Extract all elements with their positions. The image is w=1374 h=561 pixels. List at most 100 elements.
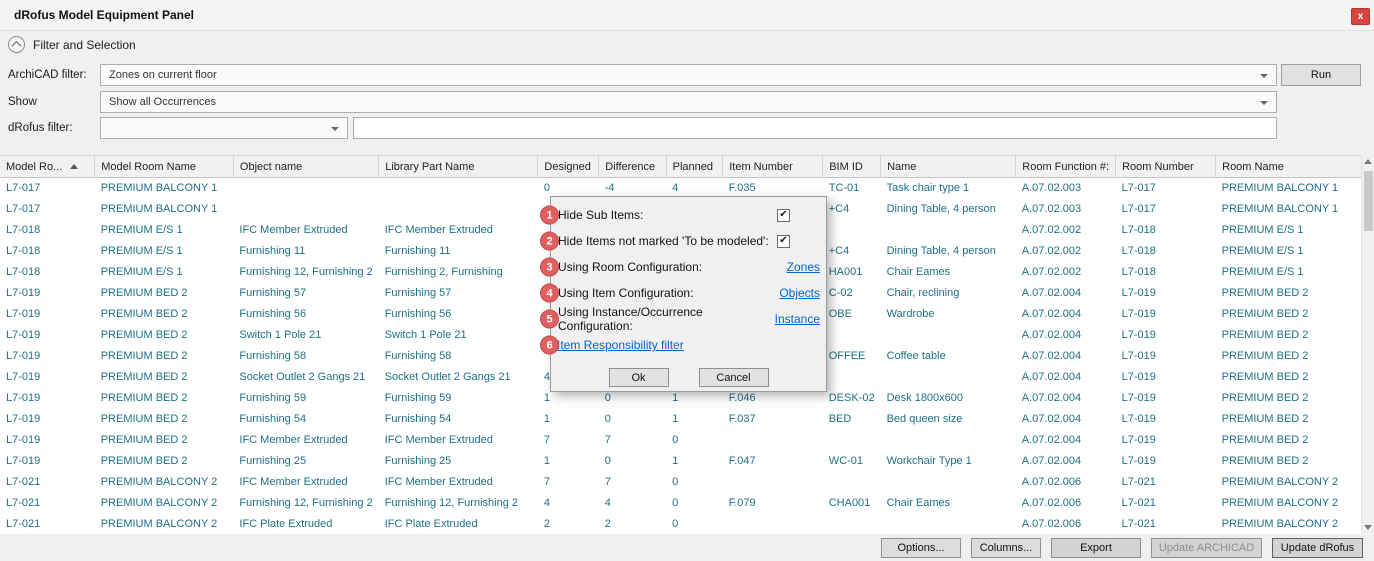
scroll-up-icon[interactable] bbox=[1364, 159, 1372, 164]
cell-room-number: L7-018 bbox=[1116, 262, 1216, 283]
filter-section-header[interactable]: Filter and Selection bbox=[8, 36, 136, 53]
cell-bim-id bbox=[823, 367, 881, 388]
objects-link[interactable]: Objects bbox=[779, 286, 820, 300]
cell-model-room: L7-019 bbox=[0, 388, 95, 409]
cell-room-number: L7-019 bbox=[1116, 430, 1216, 451]
cell-name: Desk 1800x600 bbox=[881, 388, 1016, 409]
cell-name bbox=[881, 325, 1016, 346]
cell-name: Chair Eames bbox=[881, 262, 1016, 283]
table-row[interactable]: L7-019PREMIUM BED 2Furnishing 54Furnishi… bbox=[0, 409, 1362, 430]
cell-room-name: PREMIUM BED 2 bbox=[1216, 346, 1362, 367]
cell-model-room-name: PREMIUM BED 2 bbox=[95, 388, 234, 409]
column-header-designed[interactable]: Designed bbox=[538, 156, 599, 178]
table-row[interactable]: L7-019PREMIUM BED 2IFC Member ExtrudedIF… bbox=[0, 430, 1362, 451]
filter-section-title: Filter and Selection bbox=[33, 38, 136, 52]
cell-planned: 0 bbox=[666, 430, 723, 451]
cell-bim-id bbox=[823, 430, 881, 451]
column-header-model-room[interactable]: Model Ro... bbox=[0, 156, 95, 178]
item-responsibility-filter-link[interactable]: Item Responsibility filter bbox=[557, 338, 684, 352]
cell-room-name: PREMIUM BALCONY 1 bbox=[1216, 199, 1362, 220]
column-header-item-number[interactable]: Item Number bbox=[723, 156, 823, 178]
cell-room-name: PREMIUM E/S 1 bbox=[1216, 262, 1362, 283]
cell-model-room-name: PREMIUM BALCONY 2 bbox=[95, 472, 234, 493]
columns-button[interactable]: Columns... bbox=[971, 538, 1041, 558]
table-header-row: Model Ro...Model Room NameObject nameLib… bbox=[0, 156, 1362, 178]
update-drofus-button[interactable]: Update dRofus bbox=[1272, 538, 1363, 558]
cell-model-room: L7-017 bbox=[0, 199, 95, 220]
cell-library-part-name: Furnishing 25 bbox=[379, 451, 538, 472]
cell-library-part-name bbox=[379, 178, 538, 199]
cell-library-part-name: Furnishing 12, Furnishing 2 bbox=[379, 493, 538, 514]
cell-designed: 1 bbox=[538, 409, 599, 430]
show-select[interactable]: Show all Occurrences bbox=[100, 91, 1277, 113]
cell-room-function: A.07.02.004 bbox=[1016, 451, 1116, 472]
cell-model-room: L7-021 bbox=[0, 493, 95, 514]
column-header-name[interactable]: Name bbox=[881, 156, 1016, 178]
cell-name: Dining Table, 4 person bbox=[881, 199, 1016, 220]
cell-room-function: A.07.02.004 bbox=[1016, 430, 1116, 451]
cell-object-name: IFC Member Extruded bbox=[233, 472, 378, 493]
zones-link[interactable]: Zones bbox=[787, 260, 820, 274]
column-header-object-name[interactable]: Object name bbox=[233, 156, 378, 178]
options-button[interactable]: Options... bbox=[881, 538, 961, 558]
cell-model-room: L7-018 bbox=[0, 220, 95, 241]
cell-name: Wardrobe bbox=[881, 304, 1016, 325]
hide-sub-items-checkbox[interactable] bbox=[777, 209, 790, 222]
column-header-room-function[interactable]: Room Function #: bbox=[1016, 156, 1116, 178]
instance-configuration-label: Using Instance/Occurrence Configuration: bbox=[557, 305, 775, 333]
cancel-button[interactable]: Cancel bbox=[699, 368, 769, 387]
run-button[interactable]: Run bbox=[1281, 64, 1361, 86]
cell-planned: 1 bbox=[666, 451, 723, 472]
cell-object-name: Furnishing 59 bbox=[233, 388, 378, 409]
cell-name bbox=[881, 220, 1016, 241]
show-value: Show all Occurrences bbox=[109, 96, 216, 108]
column-header-bim-id[interactable]: BIM ID bbox=[823, 156, 881, 178]
column-header-model-room-name[interactable]: Model Room Name bbox=[95, 156, 234, 178]
cell-bim-id: +C4 bbox=[823, 199, 881, 220]
cell-room-number: L7-021 bbox=[1116, 472, 1216, 493]
column-header-library-part-name[interactable]: Library Part Name bbox=[379, 156, 538, 178]
cell-model-room: L7-019 bbox=[0, 346, 95, 367]
column-header-planned[interactable]: Planned bbox=[666, 156, 723, 178]
cell-room-name: PREMIUM BALCONY 2 bbox=[1216, 493, 1362, 514]
column-header-difference[interactable]: Difference bbox=[599, 156, 666, 178]
cell-bim-id: BED bbox=[823, 409, 881, 430]
column-header-room-number[interactable]: Room Number bbox=[1116, 156, 1216, 178]
export-button[interactable]: Export bbox=[1051, 538, 1141, 558]
cell-difference: 4 bbox=[599, 493, 666, 514]
table-row[interactable]: L7-019PREMIUM BED 2Furnishing 25Furnishi… bbox=[0, 451, 1362, 472]
archicad-filter-select[interactable]: Zones on current floor bbox=[100, 64, 1277, 86]
cell-room-number: L7-018 bbox=[1116, 220, 1216, 241]
cell-model-room: L7-019 bbox=[0, 325, 95, 346]
table-row[interactable]: L7-021 PREMIUM BALCONY 2IFC Member Extrud… bbox=[0, 472, 1362, 493]
table-row[interactable]: L7-021PREMIUM BALCONY 2IFC Plate Extrude… bbox=[0, 514, 1362, 535]
cell-library-part-name: IFC Member Extruded bbox=[379, 430, 538, 451]
cell-library-part-name: Furnishing 57 bbox=[379, 283, 538, 304]
cell-room-number: L7-021 bbox=[1116, 514, 1216, 535]
collapse-section-button[interactable] bbox=[8, 36, 25, 53]
cell-bim-id: C-02 bbox=[823, 283, 881, 304]
cell-model-room-name: PREMIUM BALCONY 2 bbox=[95, 493, 234, 514]
cell-library-part-name: IFC Plate Extruded bbox=[379, 514, 538, 535]
vertical-scrollbar[interactable] bbox=[1361, 155, 1374, 534]
cell-bim-id bbox=[823, 514, 881, 535]
drofus-filter-input[interactable] bbox=[353, 117, 1277, 139]
scrollbar-thumb[interactable] bbox=[1364, 171, 1373, 231]
window-title: dRofus Model Equipment Panel bbox=[14, 8, 194, 22]
ok-button[interactable]: Ok bbox=[609, 368, 669, 387]
column-header-room-name[interactable]: Room Name bbox=[1216, 156, 1362, 178]
close-button[interactable]: x bbox=[1351, 8, 1370, 25]
cell-model-room: L7-018 bbox=[0, 262, 95, 283]
callout-badge-2: 2 bbox=[540, 232, 559, 251]
cell-model-room: L7-018 bbox=[0, 241, 95, 262]
scroll-down-icon[interactable] bbox=[1364, 525, 1372, 530]
table-row[interactable]: L7-021PREMIUM BALCONY 2Furnishing 12, Fu… bbox=[0, 493, 1362, 514]
cell-model-room: L7-019 bbox=[0, 304, 95, 325]
hide-unmarked-items-checkbox[interactable] bbox=[777, 235, 790, 248]
cell-difference: 0 bbox=[599, 409, 666, 430]
cell-object-name: Furnishing 57 bbox=[233, 283, 378, 304]
cell-name: Workchair Type 1 bbox=[881, 451, 1016, 472]
instance-link[interactable]: Instance bbox=[775, 312, 820, 326]
drofus-filter-select[interactable] bbox=[100, 117, 348, 139]
cell-room-number: L7-019 bbox=[1116, 304, 1216, 325]
